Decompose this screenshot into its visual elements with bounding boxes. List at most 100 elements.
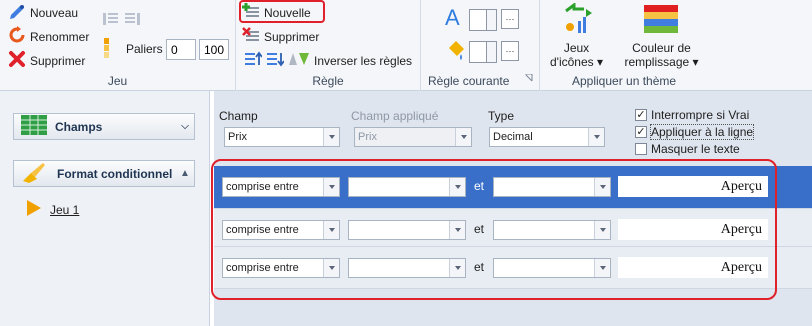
preview-box[interactable]: Aperçu <box>618 219 768 240</box>
champ-combo[interactable]: Prix <box>224 127 340 147</box>
new-set-button[interactable]: Nouveau <box>8 3 78 22</box>
rename-icon <box>8 26 26 47</box>
value1-combo[interactable] <box>348 177 466 197</box>
text-color-icon[interactable]: A <box>445 5 460 31</box>
chevron-down-icon <box>323 221 339 239</box>
champs-header[interactable]: Champs ⌵ <box>13 113 195 140</box>
operator-value: comprise entre <box>226 262 299 274</box>
chevron-down-icon <box>594 178 610 196</box>
set-list-item-label: Jeu 1 <box>50 202 80 217</box>
value2-combo[interactable] <box>493 220 611 240</box>
masquer-texte-checkbox[interactable]: Masquer le texte <box>635 142 740 156</box>
type-value: Decimal <box>493 131 533 143</box>
checkmark-icon: ✓ <box>635 125 647 138</box>
brush-icon <box>21 161 47 186</box>
chevron-down-icon <box>323 259 339 277</box>
play-arrow-icon <box>26 199 42 220</box>
chevron-down-icon <box>594 259 610 277</box>
chevron-down-icon <box>588 128 604 146</box>
fill-theme-icon <box>644 3 678 36</box>
invert-rules-label: Inverser les règles <box>314 53 413 68</box>
value2-combo[interactable] <box>493 258 611 278</box>
fill-color-swatch[interactable] <box>469 41 487 63</box>
preview-box[interactable]: Aperçu <box>618 176 768 197</box>
fill-theme-label-2: remplissage ▾ <box>624 55 699 69</box>
icon-sets-button[interactable]: Jeux d'icônes ▾ <box>540 0 613 72</box>
rule-row[interactable]: comprise entre et Aperçu <box>214 246 812 288</box>
group-jeu-label: Jeu <box>107 74 128 88</box>
champ-applique-combo: Prix <box>354 127 472 147</box>
rename-set-button[interactable]: Renommer <box>8 26 89 47</box>
operator-value: comprise entre <box>226 181 299 193</box>
fill-style-more-button[interactable]: ··· <box>501 41 519 61</box>
invert-rules-button[interactable]: Inverser les règles <box>288 51 412 70</box>
icon-sets-label-1: Jeux <box>563 41 590 55</box>
icon-sets-icon <box>562 2 592 38</box>
interrompre-label: Interrompre si Vrai <box>651 108 750 122</box>
new-rule-label: Nouvelle <box>264 5 311 20</box>
operator-combo[interactable]: comprise entre <box>222 258 340 278</box>
group-regle-courante-label: Règle courante <box>428 74 510 88</box>
new-set-label: Nouveau <box>30 5 79 20</box>
interrompre-checkbox[interactable]: ✓ Interrompre si Vrai <box>635 108 749 122</box>
new-rule-button[interactable]: Nouvelle <box>242 3 311 22</box>
champ-applique-value: Prix <box>358 131 377 143</box>
format-conditionnel-label: Format conditionnel <box>57 166 173 181</box>
text-color-swatch[interactable] <box>469 9 487 31</box>
operator-combo[interactable]: comprise entre <box>222 177 340 197</box>
ribbon: Nouveau Renommer Supprimer Paliers Jeu <box>0 0 812 91</box>
rule-row[interactable]: comprise entre et Aperçu <box>214 208 812 250</box>
checkbox-empty <box>635 143 647 155</box>
text-style-more-button[interactable]: ··· <box>501 9 519 29</box>
chevron-up-icon: ▲ <box>180 168 190 179</box>
group-regle: Nouvelle Supprimer Inverser les règles R… <box>236 0 421 91</box>
delete-rule-label: Supprimer <box>264 29 320 44</box>
preview-box[interactable]: Aperçu <box>618 257 768 278</box>
value2-combo[interactable] <box>493 177 611 197</box>
paliers-max-input[interactable] <box>199 39 229 60</box>
move-rule-down-icon[interactable] <box>266 51 285 70</box>
chevron-down-icon <box>449 178 465 196</box>
fill-theme-label-1: Couleur de <box>632 41 691 55</box>
levels-icon <box>104 38 116 61</box>
champ-value: Prix <box>228 131 247 143</box>
chevron-down-icon <box>449 221 465 239</box>
appliquer-ligne-checkbox[interactable]: ✓ Appliquer à la ligne <box>635 124 755 140</box>
and-label: et <box>474 222 485 236</box>
sort-descending-icon[interactable] <box>124 10 142 29</box>
checkmark-icon: ✓ <box>635 108 647 121</box>
move-rule-up-icon[interactable] <box>244 51 263 70</box>
and-label: et <box>474 260 485 274</box>
chevron-down-icon <box>323 178 339 196</box>
type-label: Type <box>488 109 515 123</box>
table-icon <box>21 115 47 138</box>
paliers-min-input[interactable] <box>166 39 196 60</box>
set-list-item[interactable]: Jeu 1 <box>26 199 79 220</box>
masquer-texte-label: Masquer le texte <box>651 142 740 156</box>
format-conditionnel-header[interactable]: Format conditionnel ▲ <box>13 160 195 187</box>
rules-editor: Champ Prix Champ appliqué Prix Type Deci… <box>214 91 812 326</box>
champ-applique-label: Champ appliqué <box>351 109 439 123</box>
rows-bottom-area <box>214 288 812 326</box>
delete-set-button[interactable]: Supprimer <box>8 50 85 71</box>
fill-theme-button[interactable]: Couleur de remplissage ▾ <box>613 0 710 72</box>
left-panel: Champs ⌵ Format conditionnel ▲ Jeu 1 <box>0 91 210 326</box>
chevron-down-icon: ⌵ <box>181 121 189 132</box>
delete-rule-button[interactable]: Supprimer <box>242 27 319 46</box>
type-combo[interactable]: Decimal <box>489 127 605 147</box>
operator-combo[interactable]: comprise entre <box>222 220 340 240</box>
text-color-dropdown[interactable] <box>487 9 497 31</box>
champs-label: Champs <box>55 119 103 134</box>
new-icon <box>8 3 26 22</box>
new-rule-icon <box>242 3 260 22</box>
group-regle-courante: A ··· ··· Règle courante <box>421 0 540 91</box>
fill-color-dropdown[interactable] <box>487 41 497 63</box>
invert-icon <box>288 51 310 70</box>
fill-bucket-icon[interactable] <box>445 40 467 65</box>
chevron-down-icon <box>455 128 471 146</box>
rule-row[interactable]: comprise entre et Aperçu <box>214 166 812 208</box>
value1-combo[interactable] <box>348 220 466 240</box>
value1-combo[interactable] <box>348 258 466 278</box>
dialog-launcher-icon[interactable] <box>525 71 533 85</box>
sort-ascending-icon[interactable] <box>102 10 120 29</box>
